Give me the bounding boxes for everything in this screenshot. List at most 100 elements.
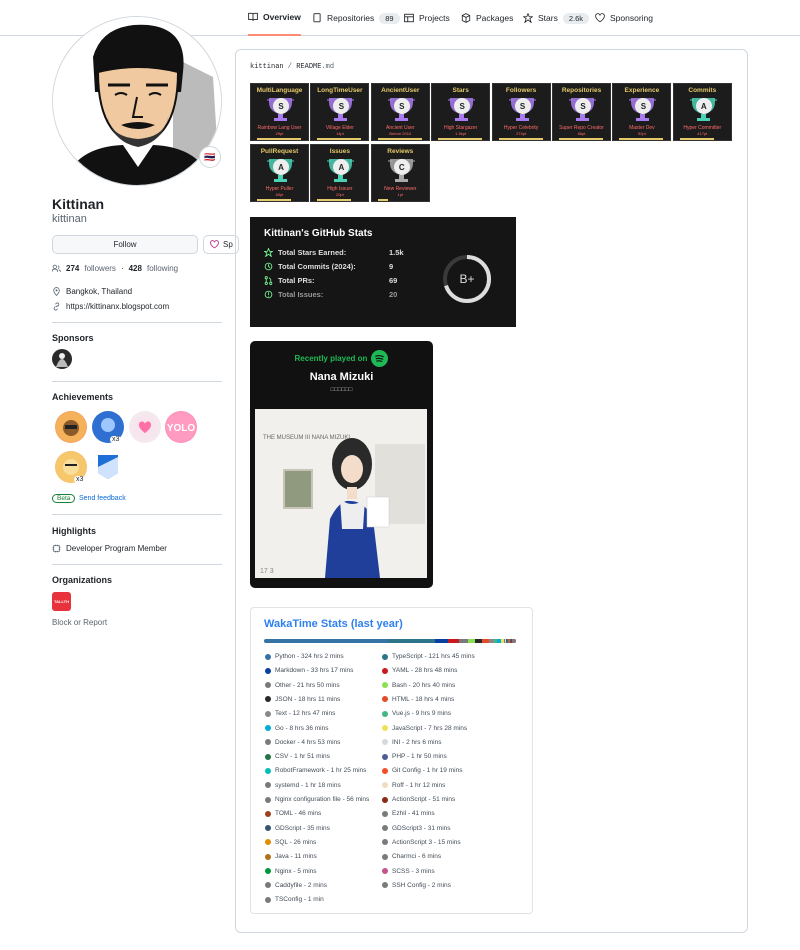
status-emoji[interactable]: 🇹🇭 <box>199 146 221 168</box>
language-text: Git Config - 1 hr 19 mins <box>392 767 463 775</box>
trophy-progress <box>377 138 422 140</box>
sponsor-button[interactable]: Sp <box>203 235 239 254</box>
following-count[interactable]: 428 <box>129 264 142 273</box>
tab-packages[interactable]: Packages <box>461 0 513 36</box>
language-dot-icon <box>382 839 388 846</box>
divider <box>52 514 222 515</box>
trophy-points: 1pt <box>397 192 404 197</box>
achievement-badge[interactable] <box>129 411 161 443</box>
followers-count[interactable]: 274 <box>66 264 79 273</box>
tab-stars[interactable]: Stars 2.6k <box>523 0 590 36</box>
language-item: Python - 324 hrs 2 mins <box>265 653 344 660</box>
achievement-badge[interactable] <box>55 411 87 443</box>
trophy-issues: Issues A High Issuer 20pt <box>310 144 370 202</box>
tab-repositories[interactable]: Repositories 89 <box>312 0 400 36</box>
language-item: Docker - 4 hrs 53 mins <box>265 739 340 746</box>
repo-count: 89 <box>379 12 400 24</box>
album-art: THE MUSEUM III NANA MIZUKI 17 3 <box>255 409 427 578</box>
language-text: TSConfig - 1 min <box>275 896 324 904</box>
stat-value: 1.5k <box>389 248 404 257</box>
website-link[interactable]: https://kittinanx.blogspot.com <box>66 302 169 311</box>
trophy-progress <box>438 138 483 140</box>
avatar[interactable] <box>52 16 222 186</box>
location-icon <box>53 287 60 296</box>
followers-label[interactable]: followers <box>84 264 116 273</box>
tab-sponsoring[interactable]: Sponsoring <box>595 0 653 36</box>
language-item: Other - 21 hrs 50 mins <box>265 682 340 689</box>
language-dot-icon <box>265 825 271 832</box>
language-dot-icon <box>265 782 271 789</box>
language-dot-icon <box>382 753 388 760</box>
language-text: Nginx configuration file - 56 mins <box>275 796 370 803</box>
highlight-item: Developer Program Member <box>52 544 167 553</box>
readme-path: kittinan / README.md <box>250 63 334 71</box>
trophy-stars: Stars S High Stargazer 1.5kpt <box>431 83 491 141</box>
language-item: Vue.js - 9 hrs 9 mins <box>382 710 451 717</box>
language-dot-icon <box>265 810 271 817</box>
language-text: YAML - 28 hrs 48 mins <box>392 667 458 675</box>
tab-overview[interactable]: Overview <box>248 0 301 36</box>
language-text: TOML - 46 mins <box>275 810 322 818</box>
trophy-commits: Commits A Hyper Committer 417pt <box>672 83 732 141</box>
spotify-header-text: Recently played on <box>294 354 368 363</box>
language-text: PHP - 1 hr 50 mins <box>392 753 447 761</box>
avatar-illustration <box>53 17 221 185</box>
trophy-progress <box>257 138 301 140</box>
block-or-report-link[interactable]: Block or Report <box>52 618 107 627</box>
trophy-progress <box>317 199 352 201</box>
tab-label: Stars <box>538 13 558 23</box>
language-item: Roff - 1 hr 12 mins <box>382 782 445 789</box>
language-dot-icon <box>265 653 271 660</box>
badge-count: x3 <box>74 476 86 483</box>
sponsor-avatar[interactable] <box>52 349 72 369</box>
following-label[interactable]: following <box>147 264 178 273</box>
trophy-title: LongTimeUser <box>317 87 363 94</box>
achievement-badge[interactable] <box>92 451 124 483</box>
pull-shark-art <box>56 412 86 442</box>
history-icon <box>264 262 273 271</box>
trophy-rank: A <box>695 98 712 114</box>
language-dot-icon <box>382 810 388 817</box>
progress-segment <box>264 639 389 643</box>
arctic-vault-art <box>98 455 118 479</box>
language-dot-icon <box>265 882 271 889</box>
cpu-icon <box>52 544 61 553</box>
language-dot-icon <box>265 725 271 731</box>
achievement-badge[interactable]: YOLO <box>165 411 197 443</box>
package-icon <box>461 13 471 23</box>
tab-label: Sponsoring <box>610 13 654 23</box>
stat-label: Total Issues: <box>278 290 324 299</box>
tab-label: Packages <box>476 13 514 23</box>
language-item: TypeScript - 121 hrs 45 mins <box>382 653 475 660</box>
language-item: RobotFramework - 1 hr 25 mins <box>265 767 366 774</box>
language-item: Git Config - 1 hr 19 mins <box>382 767 462 774</box>
trophy-progress <box>679 138 714 140</box>
progress-segment <box>447 639 460 643</box>
send-feedback-link[interactable]: Send feedback <box>79 495 126 502</box>
language-text: Nginx - 5 mins <box>275 867 317 875</box>
language-dot-icon <box>265 682 271 689</box>
spotify-card[interactable]: Recently played on Nana Mizuki □□□□□□ TH… <box>250 341 433 588</box>
pull-request-icon <box>264 276 273 285</box>
trophy-points: 1.5kpt <box>455 131 467 136</box>
location-text: Bangkok, Thailand <box>66 287 133 296</box>
sponsors-heading: Sponsors <box>52 333 94 343</box>
tab-projects[interactable]: Projects <box>404 0 450 36</box>
language-item: TSConfig - 1 min <box>265 896 324 903</box>
language-item: JavaScript - 7 hrs 28 mins <box>382 725 467 732</box>
language-text: Vue.js - 9 hrs 9 mins <box>392 710 452 718</box>
language-item: Java - 11 mins <box>265 853 317 860</box>
stat-label: Total PRs: <box>278 276 315 285</box>
language-text: GDScript - 35 mins <box>275 824 330 832</box>
readme-user[interactable]: kittinan <box>250 63 284 71</box>
org-avatar[interactable]: TALLTH <box>52 592 71 611</box>
language-dot-icon <box>382 682 388 689</box>
trophy-title: Repositories <box>561 87 602 94</box>
tab-label: Projects <box>419 13 450 23</box>
artist-name: Nana Mizuki <box>309 371 374 383</box>
profile-login: kittinan <box>52 213 87 225</box>
trophy-progress <box>559 138 603 140</box>
follow-button[interactable]: Follow <box>52 235 198 254</box>
stats-title: Kittinan's GitHub Stats <box>264 228 373 239</box>
trophy-points: 417pt <box>697 131 708 136</box>
